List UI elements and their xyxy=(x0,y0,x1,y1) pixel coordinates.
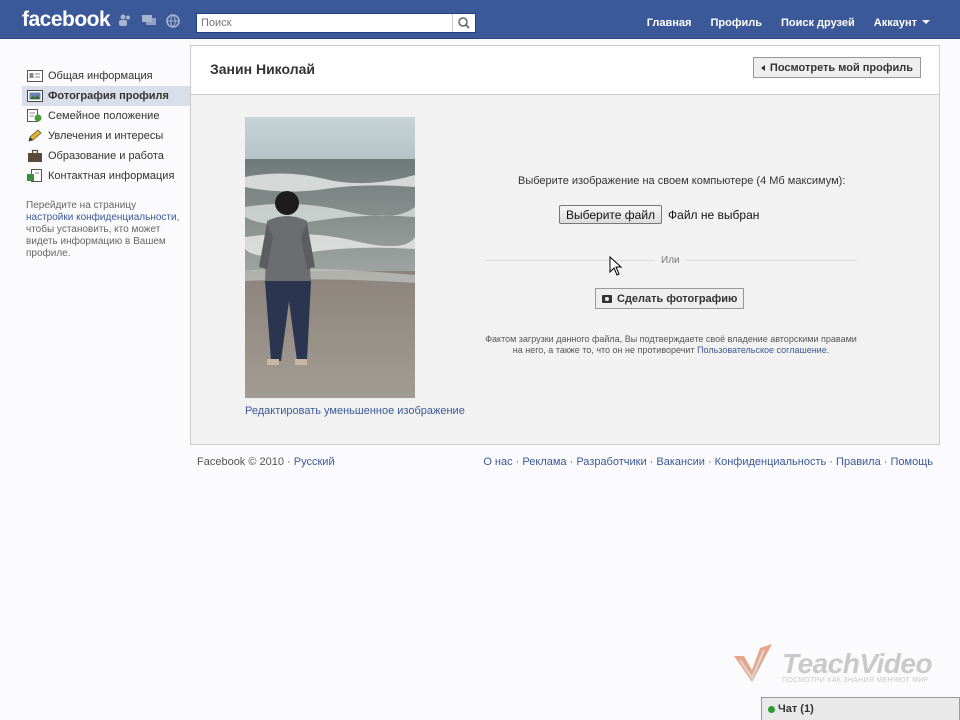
footer-language-link[interactable]: Русский xyxy=(294,456,335,468)
panel-body: Редактировать уменьшенное изображение Вы… xyxy=(191,95,939,444)
teachvideo-logo-icon xyxy=(734,644,772,682)
footer-link-careers[interactable]: Вакансии xyxy=(656,456,705,468)
view-my-profile-label: Посмотреть мой профиль xyxy=(769,61,913,74)
choose-file-button[interactable]: Выберите файл xyxy=(559,205,663,224)
family-icon xyxy=(27,109,43,123)
nav-account-label: Аккаунт xyxy=(873,17,917,29)
friend-requests-icon[interactable] xyxy=(118,14,132,26)
page-title: Занин Николай xyxy=(210,61,315,77)
chevron-left-icon xyxy=(760,64,765,71)
sidebar-item-basic-info[interactable]: Общая информация xyxy=(22,66,190,86)
or-label: Или xyxy=(655,255,686,266)
panel-header: Занин Николай Посмотреть мой профиль xyxy=(191,46,939,95)
online-status-icon xyxy=(768,705,775,713)
briefcase-icon xyxy=(27,149,43,163)
terms-link[interactable]: Пользовательское соглашение xyxy=(697,345,827,355)
watermark-name: TeachVideo xyxy=(782,648,933,679)
edit-thumbnail-link[interactable]: Редактировать уменьшенное изображение xyxy=(245,405,465,417)
sidebar-item-label: Фотография профиля xyxy=(48,90,169,102)
top-nav: Главная Профиль Поиск друзей Аккаунт xyxy=(647,17,930,29)
nav-account[interactable]: Аккаунт xyxy=(874,17,930,29)
sidebar-item-interests[interactable]: Увлечения и интересы xyxy=(22,126,190,146)
teachvideo-watermark: TeachVideo ПОСМОТРИ КАК ЗНАНИЯ МЕНЯЮТ МИ… xyxy=(730,642,933,690)
view-my-profile-button[interactable]: Посмотреть мой профиль xyxy=(752,57,921,78)
search-box xyxy=(196,13,476,33)
sidebar-item-label: Образование и работа xyxy=(48,150,164,162)
footer-links: О нас · Реклама · Разработчики · Ваканси… xyxy=(483,456,933,468)
take-photo-button[interactable]: Сделать фотографию xyxy=(595,288,745,309)
nav-find-friends[interactable]: Поиск друзей xyxy=(781,17,855,29)
chat-bar[interactable]: Чат (1) xyxy=(761,697,960,720)
notifications-globe-icon[interactable] xyxy=(166,14,180,28)
choose-image-instruction: Выберите изображение на своем компьютере… xyxy=(518,175,846,187)
sidebar-item-relationship[interactable]: Семейное положение xyxy=(22,106,190,126)
sidebar-item-label: Семейное положение xyxy=(48,110,160,122)
copyright-notice: Фактом загрузки данного файла, Вы подтве… xyxy=(485,334,857,356)
sidebar-item-label: Контактная информация xyxy=(48,170,175,182)
footer-copyright: Facebook © 2010 · xyxy=(197,456,291,468)
file-input-row: Выберите файл Файл не выбран xyxy=(559,205,759,224)
sidebar-item-label: Общая информация xyxy=(48,70,153,82)
footer-link-help[interactable]: Помощь xyxy=(891,456,934,468)
profile-photo-panel: Занин Николай Посмотреть мой профиль Ред… xyxy=(190,45,940,445)
pencil-icon xyxy=(27,129,43,143)
privacy-note: Перейдите на страницу настройки конфиден… xyxy=(22,200,186,260)
file-status: Файл не выбран xyxy=(668,207,760,222)
watermark-tagline: ПОСМОТРИ КАК ЗНАНИЯ МЕНЯЮТ МИР xyxy=(782,677,929,684)
copyright-notice-end: . xyxy=(826,345,830,355)
search-input[interactable] xyxy=(197,14,451,32)
nav-home[interactable]: Главная xyxy=(647,17,692,29)
edit-profile-sidebar: Общая информация Фотография профиля Семе… xyxy=(22,66,190,260)
nav-profile[interactable]: Профиль xyxy=(710,17,761,29)
footer-left: Facebook © 2010 · Русский xyxy=(197,456,335,468)
facebook-logo[interactable]: facebook xyxy=(22,8,111,32)
footer-link-developers[interactable]: Разработчики xyxy=(576,456,646,468)
photo-icon xyxy=(27,89,43,103)
search-button[interactable] xyxy=(452,14,475,32)
camera-icon xyxy=(602,294,612,303)
profile-photo xyxy=(245,117,415,398)
id-card-icon xyxy=(27,69,43,83)
footer-link-privacy[interactable]: Конфиденциальность xyxy=(715,456,827,468)
privacy-settings-link[interactable]: настройки конфиденциальности xyxy=(26,212,177,223)
privacy-note-text: Перейдите на страницу xyxy=(26,200,137,211)
search-icon xyxy=(458,17,470,29)
chevron-down-icon xyxy=(922,20,930,24)
footer-link-terms[interactable]: Правила xyxy=(836,456,881,468)
top-bar: facebook Главная Профиль Поиск друзей Ак… xyxy=(0,0,960,39)
sidebar-item-contact-info[interactable]: Контактная информация xyxy=(22,166,190,186)
take-photo-label: Сделать фотографию xyxy=(617,292,738,305)
chat-label: Чат (1) xyxy=(778,703,814,715)
contact-icon xyxy=(27,169,43,183)
footer-link-about[interactable]: О нас xyxy=(483,456,512,468)
sidebar-item-education-work[interactable]: Образование и работа xyxy=(22,146,190,166)
footer-link-advertising[interactable]: Реклама xyxy=(522,456,566,468)
messages-icon[interactable] xyxy=(142,14,156,26)
sidebar-item-label: Увлечения и интересы xyxy=(48,130,164,142)
mouse-cursor-icon xyxy=(609,256,623,276)
sidebar-item-profile-photo[interactable]: Фотография профиля xyxy=(22,86,190,106)
